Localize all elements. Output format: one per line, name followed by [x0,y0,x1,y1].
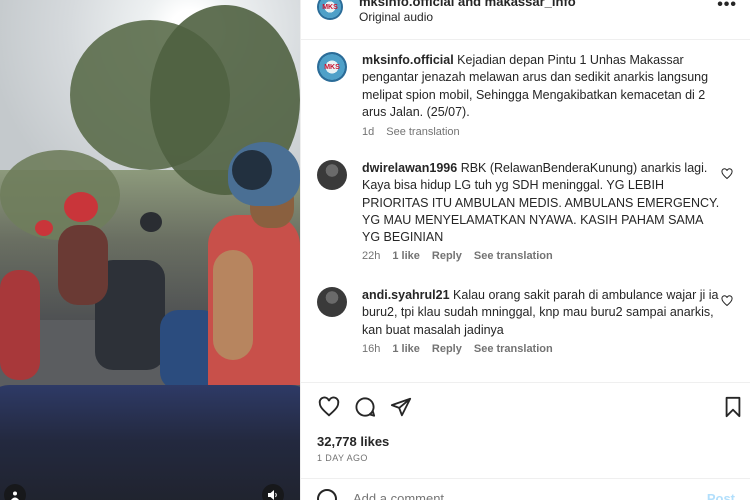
bookmark-icon[interactable] [721,395,745,419]
comment-meta: 16h 1 like Reply See translation [362,343,553,355]
video-helmet [140,212,162,232]
post-date[interactable]: 1 DAY AGO [317,453,368,463]
video-helmet [35,220,53,236]
video-player[interactable] [0,0,300,500]
video-car-hood [0,385,300,500]
caption-meta: 1d See translation [362,126,460,138]
header-audio[interactable]: Original audio [359,10,433,24]
comment-likes[interactable]: 1 like [392,343,420,355]
more-icon[interactable]: ••• [717,0,737,14]
comment-username[interactable]: dwirelawan1996 [362,161,457,175]
comment-heart-icon[interactable] [721,168,733,183]
comment-heart-icon[interactable] [721,295,733,310]
caption-avatar[interactable]: MKS [317,52,347,82]
caption: MKS mksinfo.official Kejadian depan Pint… [317,52,737,142]
comment-text-block: dwirelawan1996 RBK (RelawanBenderaKunung… [362,160,722,246]
actions-divider [301,382,750,383]
avatar-logo-text: MKS [322,3,338,11]
commenter-avatar[interactable] [317,287,347,317]
reply-button[interactable]: Reply [432,250,462,262]
caption-text-block: mksinfo.official Kejadian depan Pintu 1 … [362,52,722,121]
comment-meta: 22h 1 like Reply See translation [362,250,553,262]
video-scooter [0,270,40,380]
comment: andi.syahrul21 Kalau orang sakit parah d… [317,287,737,362]
add-comment-bar: Post [301,478,750,500]
commenter-avatar[interactable] [317,160,347,190]
avatar-logo-text: MKS [324,63,340,71]
post-header: MKS mksinfo.official and makassar_info O… [301,0,750,40]
header-username[interactable]: mksinfo.official and makassar_info [359,0,576,9]
action-bar [317,395,741,421]
header-avatar[interactable]: MKS [317,0,343,20]
see-translation-link[interactable]: See translation [474,250,553,262]
video-helmet-visor [232,150,272,190]
add-comment-input[interactable] [353,491,653,500]
comment-text-block: andi.syahrul21 Kalau orang sakit parah d… [362,287,722,339]
post-button[interactable]: Post [707,491,735,500]
see-translation-link[interactable]: See translation [386,126,459,138]
post-panel: MKS mksinfo.official and makassar_info O… [300,0,750,500]
comment-username[interactable]: andi.syahrul21 [362,288,450,302]
video-rider-arm [213,250,253,360]
mute-icon[interactable] [262,484,284,500]
comment-time[interactable]: 22h [362,250,380,262]
see-translation-link[interactable]: See translation [474,343,553,355]
emoji-icon[interactable] [317,489,337,500]
video-tree [0,150,120,240]
caption-username[interactable]: mksinfo.official [362,53,454,67]
likes-count[interactable]: 32,778 likes [317,434,389,449]
share-icon[interactable] [389,395,413,419]
comment: dwirelawan1996 RBK (RelawanBenderaKunung… [317,160,737,270]
comment-likes[interactable]: 1 like [392,250,420,262]
comment-icon[interactable] [353,395,377,419]
reply-button[interactable]: Reply [432,343,462,355]
user-tag-icon[interactable] [4,484,26,500]
heart-icon[interactable] [317,395,341,419]
caption-time[interactable]: 1d [362,126,374,138]
video-rider-body [58,225,108,305]
video-helmet [64,192,98,222]
comment-time[interactable]: 16h [362,343,380,355]
